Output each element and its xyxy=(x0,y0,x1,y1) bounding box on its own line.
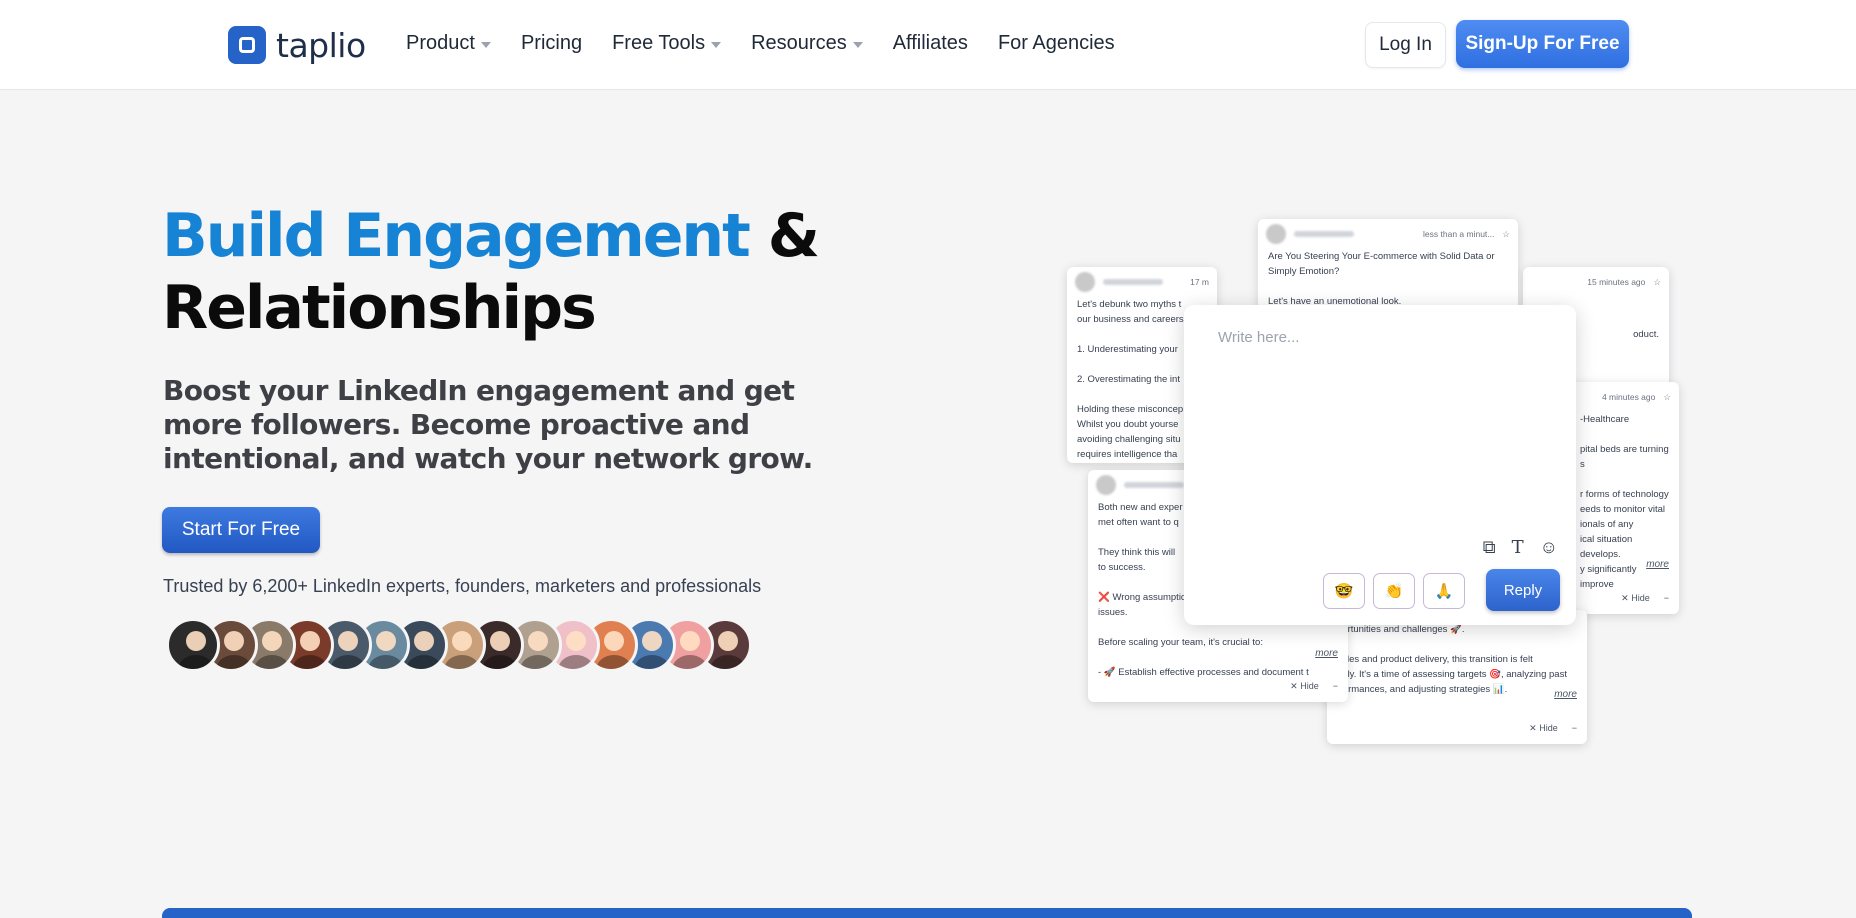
nav-label: Affiliates xyxy=(892,32,968,54)
author-name-blurred xyxy=(1124,482,1184,488)
reply-editor: Write here... ⧉ T ☺ 🤓 👏 🙏 Reply xyxy=(1184,305,1576,625)
emoji-button-clap[interactable]: 👏 xyxy=(1373,573,1415,609)
editor-toolbar: ⧉ T ☺ xyxy=(1483,537,1558,558)
user-avatars-row xyxy=(166,618,752,674)
nav-label: Resources xyxy=(751,32,847,54)
nav-label: Product xyxy=(406,32,475,54)
login-button[interactable]: Log In xyxy=(1365,22,1446,68)
signup-button[interactable]: Sign-Up For Free xyxy=(1456,20,1629,68)
text-format-icon[interactable]: T xyxy=(1512,537,1524,558)
post-time: 4 minutes ago xyxy=(1601,391,1656,402)
star-icon[interactable]: ☆ xyxy=(1653,275,1661,290)
main-nav: Product Pricing Free Tools Resources Aff… xyxy=(406,32,1145,55)
nav-item-pricing[interactable]: Pricing xyxy=(521,32,582,55)
emoji-button-nerd[interactable]: 🤓 xyxy=(1323,573,1365,609)
minus-icon[interactable]: − xyxy=(1664,591,1669,606)
nav-item-product[interactable]: Product xyxy=(406,32,491,55)
post-time: less than a minut... xyxy=(1423,228,1495,239)
headline-accent: Build Engagement xyxy=(162,201,751,271)
nav-item-free-tools[interactable]: Free Tools xyxy=(612,32,722,55)
reply-button[interactable]: Reply xyxy=(1486,569,1560,611)
nav-item-resources[interactable]: Resources xyxy=(751,32,863,55)
emoji-button-pray[interactable]: 🙏 xyxy=(1423,573,1465,609)
copy-icon[interactable]: ⧉ xyxy=(1483,537,1496,558)
nav-label: Pricing xyxy=(520,32,583,54)
post-time: 17 m xyxy=(1190,276,1209,287)
nav-label: For Agencies xyxy=(997,32,1115,54)
hero-subheadline: Boost your LinkedIn engagement and get m… xyxy=(163,374,813,475)
post-body: Are You Steering Your E-commerce with So… xyxy=(1268,251,1495,307)
author-name-blurred xyxy=(1103,279,1163,285)
taplio-logo-icon xyxy=(228,26,266,64)
taplio-logo[interactable]: taplio xyxy=(228,24,366,66)
hide-button[interactable]: ✕ Hide xyxy=(1529,721,1558,736)
linkedin-post-card-bottom-right: portunities and challenges 🚀. sales and … xyxy=(1327,610,1587,744)
linkedin-post-card-right-mid: 4 minutes ago ☆ -Healthcare pital beds ar… xyxy=(1570,382,1679,614)
start-for-free-button[interactable]: Start For Free xyxy=(162,507,320,553)
top-navigation-bar: taplio Product Pricing Free Tools Resour… xyxy=(0,0,1856,90)
avatar xyxy=(1096,475,1116,495)
nav-item-for-agencies[interactable]: For Agencies xyxy=(998,32,1115,55)
avatar xyxy=(1266,224,1286,244)
reply-text-area[interactable]: Write here... xyxy=(1218,329,1299,346)
trusted-by-text: Trusted by 6,200+ LinkedIn experts, foun… xyxy=(163,576,762,596)
author-name-blurred xyxy=(1294,231,1354,237)
minus-icon[interactable]: − xyxy=(1572,721,1577,736)
brand-name: taplio xyxy=(276,25,366,65)
more-link[interactable]: more xyxy=(1554,687,1577,702)
more-link[interactable]: more xyxy=(1646,557,1669,572)
hero-headline: Build Engagement & Relationships xyxy=(162,200,882,344)
avatar xyxy=(166,618,220,672)
caret-down-icon xyxy=(480,41,491,48)
more-link[interactable]: more xyxy=(1315,646,1338,661)
nav-label: Free Tools xyxy=(612,32,706,54)
minus-icon[interactable]: − xyxy=(1333,679,1338,694)
hide-button[interactable]: ✕ Hide xyxy=(1621,591,1650,606)
nav-item-affiliates[interactable]: Affiliates xyxy=(893,32,968,55)
star-icon[interactable]: ☆ xyxy=(1663,390,1671,405)
linkedin-post-card-top: less than a minut... ☆ Are You Steering Y… xyxy=(1258,219,1518,309)
hide-button[interactable]: ✕ Hide xyxy=(1290,679,1319,694)
star-icon[interactable]: ☆ xyxy=(1502,227,1510,242)
smiley-icon[interactable]: ☺ xyxy=(1540,537,1558,558)
avatar xyxy=(1075,272,1095,292)
caret-down-icon xyxy=(711,41,722,48)
caret-down-icon xyxy=(852,41,863,48)
next-section-edge xyxy=(162,908,1692,918)
post-time: 15 minutes ago xyxy=(1587,276,1646,287)
